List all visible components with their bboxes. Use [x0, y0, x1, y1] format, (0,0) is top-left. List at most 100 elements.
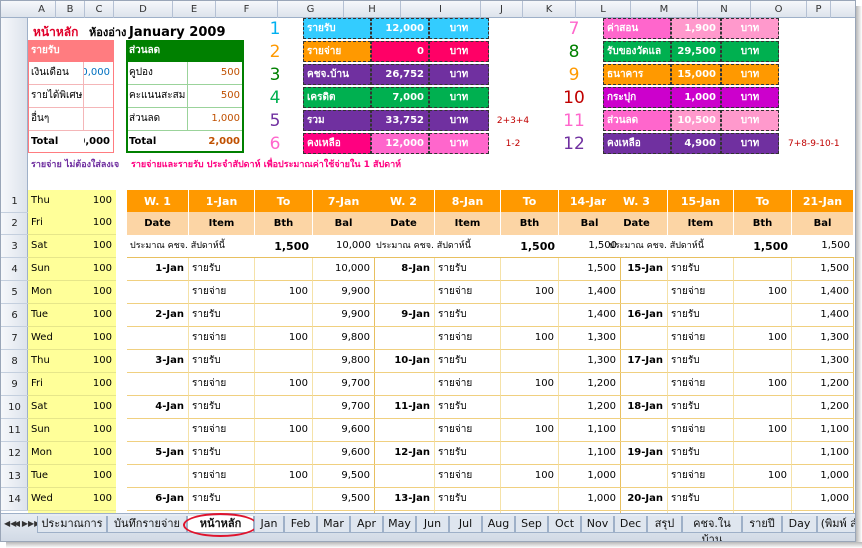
column-header-k[interactable]: K: [523, 1, 576, 18]
row-header-14[interactable]: 14: [1, 488, 28, 511]
summary-right-value[interactable]: 4,900: [671, 133, 721, 154]
sheet-grid[interactable]: หน้าหลัก ห้องอ่าง January 2009 รายรับ เงินเด…: [28, 18, 855, 513]
day-budget[interactable]: 100: [62, 373, 116, 396]
entry-amount[interactable]: 100: [501, 465, 559, 488]
summary-right-value[interactable]: 15,000: [671, 64, 721, 85]
sheet-tab[interactable]: สรุป: [647, 516, 682, 533]
entry-amount[interactable]: [255, 258, 313, 281]
entry-amount[interactable]: 100: [501, 281, 559, 304]
entry-amount[interactable]: 100: [734, 327, 792, 350]
day-budget[interactable]: 100: [62, 419, 116, 442]
entry-amount[interactable]: 100: [501, 419, 559, 442]
day-budget[interactable]: 100: [62, 258, 116, 281]
column-header-n[interactable]: N: [698, 1, 751, 18]
row-header-12[interactable]: 12: [1, 442, 28, 465]
column-header-f[interactable]: F: [216, 1, 278, 18]
entry-amount[interactable]: [255, 442, 313, 465]
entry-amount[interactable]: 100: [734, 373, 792, 396]
entry-amount[interactable]: 100: [255, 465, 313, 488]
sheet-tab[interactable]: บันทึกรายจ่าย: [107, 516, 187, 533]
entry-amount[interactable]: [255, 350, 313, 373]
sheet-tab[interactable]: May: [383, 516, 416, 533]
entry-amount[interactable]: [501, 396, 559, 419]
summary-right-value[interactable]: 10,500: [671, 110, 721, 131]
income-value[interactable]: [84, 108, 114, 131]
column-header-j[interactable]: J: [481, 1, 523, 18]
entry-amount[interactable]: [255, 396, 313, 419]
summary-right-value[interactable]: 1,000: [671, 87, 721, 108]
row-header-10[interactable]: 10: [1, 396, 28, 419]
column-header-b[interactable]: B: [56, 1, 85, 18]
sheet-tab[interactable]: ประมาณการ: [37, 516, 107, 533]
sheet-tab[interactable]: Oct: [548, 516, 581, 533]
entry-amount[interactable]: 100: [501, 327, 559, 350]
summary-value[interactable]: 33,752: [371, 110, 429, 131]
summary-value[interactable]: 12,000: [371, 18, 429, 39]
row-header-3[interactable]: 3: [1, 235, 28, 258]
day-budget[interactable]: 100: [62, 235, 116, 258]
deduct-value[interactable]: 500: [188, 62, 244, 85]
row-header-2[interactable]: 2: [1, 212, 28, 235]
column-header-d[interactable]: D: [114, 1, 173, 18]
deduct-value[interactable]: 500: [188, 85, 244, 108]
entry-amount[interactable]: [255, 304, 313, 327]
entry-amount[interactable]: [255, 488, 313, 511]
row-header-8[interactable]: 8: [1, 350, 28, 373]
row-header-4[interactable]: 4: [1, 258, 28, 281]
income-value[interactable]: [84, 85, 114, 108]
day-budget[interactable]: 100: [62, 304, 116, 327]
sheet-tab[interactable]: Dec: [614, 516, 647, 533]
sheet-tab[interactable]: รายปี: [742, 516, 782, 533]
column-header-g[interactable]: G: [278, 1, 344, 18]
day-budget[interactable]: 100: [62, 488, 116, 511]
sheet-tab[interactable]: คชจ.ในบ้าน: [682, 516, 742, 541]
entry-amount[interactable]: [734, 442, 792, 465]
row-header-5[interactable]: 5: [1, 281, 28, 304]
sheet-tab[interactable]: Apr: [350, 516, 383, 533]
row-header-13[interactable]: 13: [1, 465, 28, 488]
column-header-l[interactable]: L: [576, 1, 631, 18]
week-estimate-amount[interactable]: 1,500: [734, 235, 792, 258]
entry-amount[interactable]: [501, 488, 559, 511]
entry-amount[interactable]: [734, 258, 792, 281]
week-estimate-amount[interactable]: 1,500: [255, 235, 313, 258]
column-header-i[interactable]: I: [401, 1, 481, 18]
day-budget[interactable]: 100: [62, 327, 116, 350]
summary-right-value[interactable]: 29,500: [671, 41, 721, 62]
summary-right-value[interactable]: 1,900: [671, 18, 721, 39]
row-header-6[interactable]: 6: [1, 304, 28, 327]
entry-amount[interactable]: [501, 304, 559, 327]
entry-amount[interactable]: 100: [734, 465, 792, 488]
row-header-11[interactable]: 11: [1, 419, 28, 442]
column-header-c[interactable]: C: [85, 1, 114, 18]
column-header-o[interactable]: O: [751, 1, 807, 18]
entry-amount[interactable]: [734, 350, 792, 373]
entry-amount[interactable]: 100: [734, 419, 792, 442]
entry-amount[interactable]: 100: [255, 327, 313, 350]
entry-amount[interactable]: [734, 304, 792, 327]
week-estimate-amount[interactable]: 1,500: [501, 235, 559, 258]
sheet-tab[interactable]: Sep: [515, 516, 548, 533]
column-header-m[interactable]: M: [631, 1, 698, 18]
entry-amount[interactable]: 100: [255, 373, 313, 396]
day-budget[interactable]: 100: [62, 396, 116, 419]
summary-value[interactable]: 7,000: [371, 87, 429, 108]
sheet-tab[interactable]: Day: [782, 516, 817, 533]
deduct-value[interactable]: 1,000: [188, 108, 244, 131]
column-header-h[interactable]: H: [344, 1, 401, 18]
sheet-tab[interactable]: Aug: [482, 516, 515, 533]
row-header-7[interactable]: 7: [1, 327, 28, 350]
summary-value[interactable]: 26,752: [371, 64, 429, 85]
day-budget[interactable]: 100: [62, 350, 116, 373]
column-header-e[interactable]: E: [173, 1, 216, 18]
row-header-9[interactable]: 9: [1, 373, 28, 396]
sheet-tab[interactable]: Jul: [449, 516, 482, 533]
sheet-tab[interactable]: Jun: [416, 516, 449, 533]
sheet-tab[interactable]: Jan: [254, 516, 284, 533]
sheet-tab[interactable]: Mar: [317, 516, 350, 533]
column-header-a[interactable]: A: [28, 1, 56, 18]
day-budget[interactable]: 100: [62, 212, 116, 235]
day-budget[interactable]: 100: [62, 190, 116, 213]
sheet-tab[interactable]: Nov: [581, 516, 614, 533]
entry-amount[interactable]: [501, 350, 559, 373]
